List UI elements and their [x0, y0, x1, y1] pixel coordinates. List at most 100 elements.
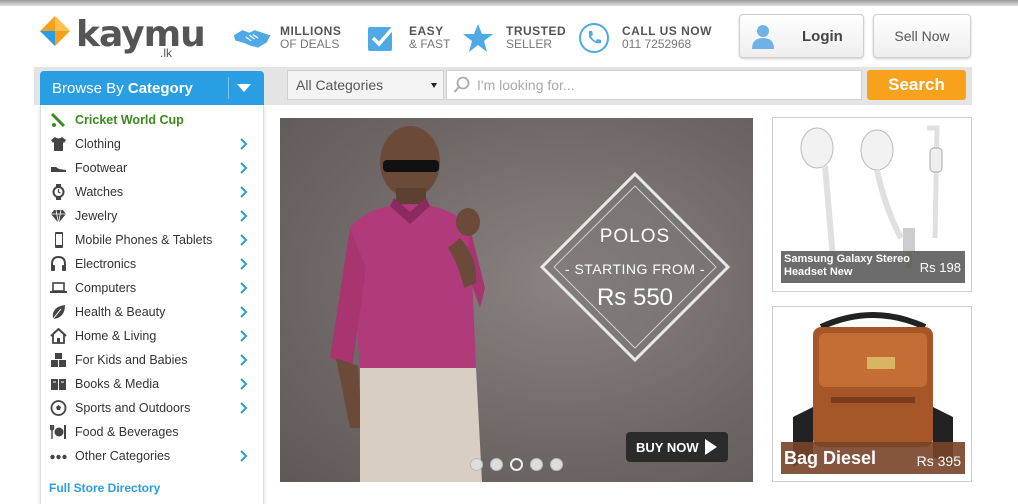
usp-trusted-line2: SELLER — [506, 37, 553, 51]
category-item-watches[interactable]: Watches — [41, 180, 263, 204]
category-select[interactable]: All Categories — [287, 70, 444, 100]
leaf-icon — [52, 305, 65, 320]
phone-icon — [574, 21, 614, 55]
browse-divider — [228, 77, 229, 99]
category-label: Clothing — [75, 137, 121, 151]
chevron-down-icon — [237, 84, 251, 92]
logo-diamond-icon — [40, 16, 70, 46]
product-card-bag[interactable]: Bag Diesel Rs 395 — [772, 306, 972, 482]
laptop-icon — [50, 282, 67, 293]
chevron-right-icon — [240, 138, 248, 150]
watch-icon — [52, 184, 65, 200]
browse-prefix: Browse By — [52, 79, 124, 97]
browse-category-dropdown[interactable]: Browse By Category — [40, 71, 264, 105]
category-item-sports-outdoors[interactable]: Sports and Outdoors — [41, 396, 263, 420]
category-label: Health & Beauty — [75, 305, 166, 319]
search-input[interactable] — [477, 77, 857, 93]
category-item-food-beverages[interactable]: Food & Beverages — [41, 420, 263, 444]
category-select-value: All Categories — [296, 77, 384, 93]
logo-wordmark: kaymu — [76, 14, 206, 55]
category-label: Home & Living — [75, 329, 157, 343]
browse-title: Browse By Category — [52, 80, 193, 97]
dots-icon — [50, 454, 67, 460]
category-label: Watches — [75, 185, 124, 199]
category-item-books-media[interactable]: Books & Media — [41, 372, 263, 396]
handshake-icon — [232, 21, 272, 55]
chevron-right-icon — [240, 450, 248, 462]
buy-now-button[interactable]: BUY NOW — [626, 432, 728, 462]
kaymu-logo[interactable]: kaymu .lk — [36, 12, 206, 60]
product-card-headset[interactable]: Samsung Galaxy Stereo Headset New Rs 198 — [772, 117, 972, 292]
search-button[interactable]: Search — [867, 70, 966, 100]
slide-dot[interactable] — [490, 458, 503, 471]
chevron-right-icon — [240, 402, 248, 414]
category-label: Footwear — [75, 161, 128, 175]
promo-subtitle: - STARTING FROM - — [564, 261, 706, 277]
browse-bold: Category — [127, 79, 193, 97]
category-item-kids-babies[interactable]: For Kids and Babies — [41, 348, 263, 372]
checkbox-icon — [361, 21, 401, 55]
usp-easy-line2: & FAST — [409, 37, 451, 51]
chevron-right-icon — [240, 354, 248, 366]
search-box — [446, 70, 862, 100]
chevron-right-icon — [240, 234, 248, 246]
category-label: Books & Media — [75, 377, 160, 391]
cricket-bat-icon — [50, 112, 66, 128]
product-name: Samsung Galaxy Stereo Headset New — [784, 253, 910, 278]
chevron-right-icon — [240, 306, 248, 318]
promo-price: Rs 550 — [596, 284, 674, 311]
category-label: Other Categories — [75, 449, 171, 463]
star-icon — [458, 21, 498, 55]
category-item-computers[interactable]: Computers — [41, 276, 263, 300]
slide-dot[interactable] — [530, 458, 543, 471]
slide-dots — [470, 458, 570, 471]
chevron-right-icon — [240, 186, 248, 198]
promo-title: POLOS — [599, 226, 671, 247]
abc-blocks-icon — [51, 353, 66, 367]
usp-deals-line2: OF DEALS — [280, 37, 340, 51]
category-item-health-beauty[interactable]: Health & Beauty — [41, 300, 263, 324]
sell-now-button[interactable]: Sell Now — [873, 14, 971, 58]
category-item-jewelry[interactable]: Jewelry — [41, 204, 263, 228]
category-item-cricket-world-cup[interactable]: Cricket World Cup — [41, 108, 263, 132]
slide-dot[interactable] — [470, 458, 483, 471]
category-item-other[interactable]: Other Categories — [41, 444, 263, 468]
shirt-icon — [51, 137, 66, 151]
slide-dot-active[interactable] — [510, 458, 523, 471]
play-arrow-icon — [704, 439, 717, 455]
category-item-home-living[interactable]: Home & Living — [41, 324, 263, 348]
usp-deals: MILLIONS OF DEALS — [232, 20, 341, 56]
category-label: Cricket World Cup — [75, 113, 184, 127]
category-item-clothing[interactable]: Clothing — [41, 132, 263, 156]
category-label: For Kids and Babies — [75, 353, 188, 367]
chevron-right-icon — [240, 330, 248, 342]
mobile-phone-icon — [55, 232, 63, 248]
usp-call: CALL US NOW 011 7252968 — [574, 20, 712, 56]
login-label: Login — [802, 27, 843, 45]
top-border — [0, 0, 1018, 6]
category-label: Food & Beverages — [75, 425, 179, 439]
chevron-right-icon — [240, 162, 248, 174]
category-item-footwear[interactable]: Footwear — [41, 156, 263, 180]
book-icon — [51, 379, 66, 390]
category-item-electronics[interactable]: Electronics — [41, 252, 263, 276]
logo-tld: .lk — [160, 46, 172, 60]
fork-knife-icon — [50, 425, 66, 439]
category-label: Sports and Outdoors — [75, 401, 191, 415]
usp-easy: EASY & FAST — [361, 20, 450, 56]
category-sidebar: Cricket World Cup Clothing Footwear Watc… — [40, 105, 264, 504]
diamond-icon — [51, 209, 66, 224]
category-label: Jewelry — [75, 209, 118, 223]
category-label: Electronics — [75, 257, 137, 271]
product-name: Bag Diesel — [784, 448, 877, 468]
login-button[interactable]: Login — [739, 14, 864, 58]
full-store-directory-link[interactable]: Full Store Directory — [49, 481, 160, 495]
category-item-mobile-phones[interactable]: Mobile Phones & Tablets — [41, 228, 263, 252]
product-price: Rs 395 — [916, 453, 961, 469]
product-price: Rs 198 — [919, 260, 961, 275]
chevron-right-icon — [240, 258, 248, 270]
slide-dot[interactable] — [550, 458, 563, 471]
usp-trusted: TRUSTED SELLER — [458, 20, 566, 56]
user-icon — [752, 25, 774, 49]
house-icon — [50, 328, 67, 344]
